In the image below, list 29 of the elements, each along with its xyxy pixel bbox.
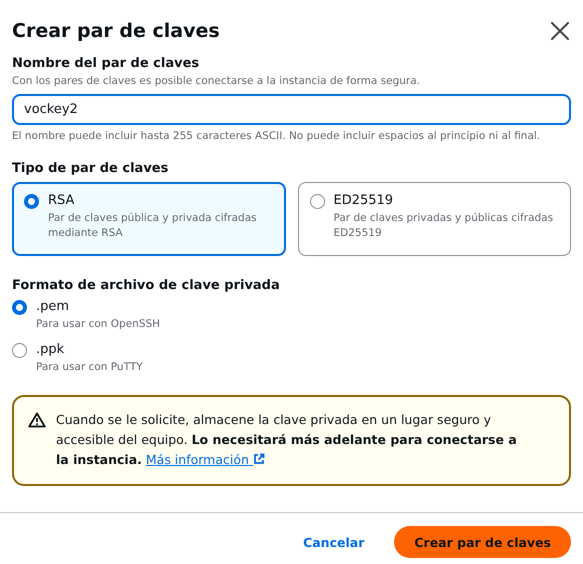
option-title: .pem bbox=[36, 299, 70, 314]
option-description: Par de claves pública y privada cifradas mediante RSA bbox=[48, 211, 258, 241]
radio-button[interactable] bbox=[24, 194, 39, 209]
radio-button[interactable] bbox=[310, 194, 324, 209]
cancel-button[interactable]: Cancelar bbox=[295, 526, 372, 558]
option-title: .ppk bbox=[36, 342, 66, 357]
warning-text: Cuando se le solicite, almacene la clave privada en un lugar seguro y accesible del equipo. Lo necesitará más adelante para conectarse a la instancia. Más información bbox=[56, 411, 518, 469]
field-description: Con los pares de claves es posible conectarse a la instancia de forma segura. bbox=[12, 74, 421, 88]
warning-icon bbox=[28, 412, 46, 428]
radio-button[interactable] bbox=[12, 343, 27, 358]
create-button[interactable]: Crear par de claves bbox=[394, 526, 571, 558]
option-description: Para usar con PuTTY bbox=[36, 360, 143, 375]
option-title: ED25519 bbox=[334, 193, 394, 208]
field-label: Nombre del par de claves bbox=[12, 56, 200, 71]
option-card[interactable]: ED25519 Par de claves privadas y públicas cifradas ED25519 bbox=[298, 182, 571, 256]
external-link-icon bbox=[252, 453, 265, 465]
field-hint: El nombre puede incluir hasta 255 caracteres ASCII. No puede incluir espacios al principio ni al final. bbox=[12, 129, 542, 143]
option-title: RSA bbox=[48, 193, 76, 208]
section-label: Tipo de par de claves bbox=[12, 161, 170, 176]
more-info-link[interactable]: Más información bbox=[146, 452, 265, 467]
close-button[interactable] bbox=[549, 20, 571, 42]
option-description: Par de claves privadas y públicas cifradas ED25519 bbox=[334, 211, 554, 241]
radio-button[interactable] bbox=[12, 300, 27, 315]
close-icon bbox=[551, 22, 569, 40]
dialog-title: Crear par de claves bbox=[12, 20, 220, 42]
section-label: Formato de archivo de clave privada bbox=[12, 278, 281, 293]
option-card[interactable]: RSA Par de claves pública y privada cifradas mediante RSA bbox=[12, 182, 286, 256]
option-description: Para usar con OpenSSH bbox=[36, 317, 160, 332]
name-input[interactable]: vockey2 bbox=[12, 94, 571, 125]
